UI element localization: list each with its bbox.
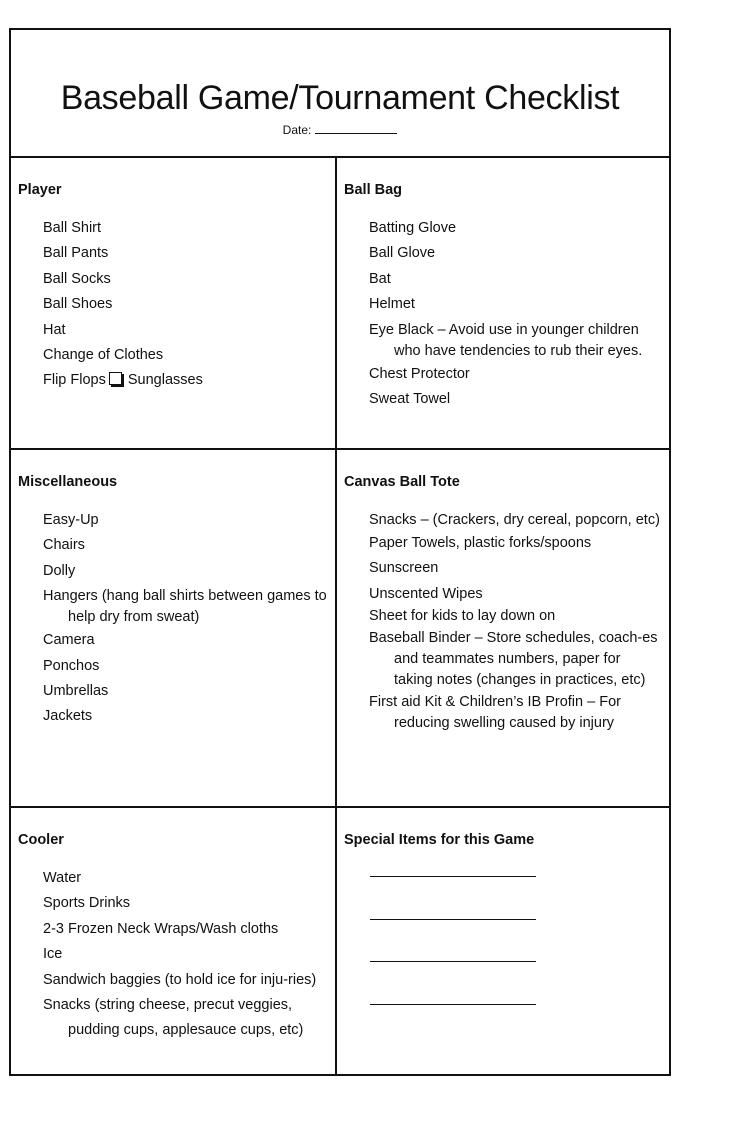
list-item: Easy-Up <box>43 512 99 528</box>
list-item: 2-3 Frozen Neck Wraps/Wash cloths <box>43 920 279 937</box>
section-canvas-ball-tote: Canvas Ball Tote Snacks – (Crackers, dry… <box>337 450 669 808</box>
list-item: Umbrellas <box>43 682 109 699</box>
checklist-header: Baseball Game/Tournament Checklist Date: <box>11 30 669 158</box>
date-field: Date: <box>11 122 669 137</box>
list-item: Sandwich baggies (to hold ice for inju-r… <box>43 971 317 988</box>
checkbox-icon[interactable] <box>108 372 122 386</box>
list-item: Snacks (string cheese, precut veggies, p… <box>43 996 304 1038</box>
section-title-special-items: Special Items for this Game <box>344 832 535 848</box>
date-label: Date: <box>282 123 312 137</box>
section-title-canvas-ball-tote: Canvas Ball Tote <box>344 474 460 490</box>
list-item: Snacks – (Crackers, dry cereal, popcorn,… <box>369 512 660 528</box>
checklist-sheet: Baseball Game/Tournament Checklist Date:… <box>9 28 671 1076</box>
list-item: Chest Protector <box>369 365 470 382</box>
blank-line-field[interactable] <box>370 961 536 962</box>
list-item: Water <box>43 870 82 886</box>
list-item: Chairs <box>43 537 85 554</box>
list-item: Sunscreen <box>369 560 439 577</box>
list-item: Flip Flops Sunglasses <box>43 370 327 391</box>
list-item: Ice <box>43 946 63 963</box>
list-item: Bat <box>369 270 391 287</box>
list-item: Hat <box>43 321 66 338</box>
list-item: Ball Pants <box>43 245 109 262</box>
list-item: Baseball Binder – Store schedules, coach… <box>369 629 658 688</box>
list-item-flip-flops: Flip Flops <box>43 372 106 389</box>
list-item: Ball Shoes <box>43 296 113 313</box>
list-item: Jackets <box>43 708 93 725</box>
list-item: Unscented Wipes <box>369 585 483 602</box>
list-item: Ball Glove <box>369 245 436 262</box>
list-item: Batting Glove <box>369 220 457 236</box>
list-item: Camera <box>43 632 95 649</box>
blank-line-field[interactable] <box>370 918 536 920</box>
cooler-item-list: Water Sports Drinks 2-3 Frozen Neck Wrap… <box>43 868 327 1047</box>
ball-bag-item-list: Batting Glove Ball Glove Bat Helmet Eye … <box>369 218 661 414</box>
section-special-items: Special Items for this Game <box>337 808 669 1074</box>
list-item: Sweat Towel <box>369 390 451 407</box>
section-ball-bag: Ball Bag Batting Glove Ball Glove Bat He… <box>337 158 669 450</box>
section-title-miscellaneous: Miscellaneous <box>18 474 118 490</box>
list-item: Paper Towels, plastic forks/spoons <box>369 535 592 551</box>
list-item: Hangers (hang ball shirts between games … <box>43 588 327 626</box>
list-item: Eye Black – Avoid use in younger childre… <box>369 321 643 359</box>
section-cooler: Cooler Water Sports Drinks 2-3 Frozen Ne… <box>11 808 337 1074</box>
list-item: Sports Drinks <box>43 895 131 912</box>
special-items-blank-lines <box>370 876 536 1046</box>
section-title-cooler: Cooler <box>18 832 64 848</box>
section-title-player: Player <box>18 182 62 198</box>
list-item-sunglasses: Sunglasses <box>127 372 203 389</box>
list-item: Helmet <box>369 296 415 313</box>
section-miscellaneous: Miscellaneous Easy-Up Chairs Dolly Hange… <box>11 450 337 808</box>
section-title-ball-bag: Ball Bag <box>344 182 403 198</box>
player-item-list: Ball Shirt Ball Pants Ball Socks Ball Sh… <box>43 218 327 396</box>
list-item: Ball Shirt <box>43 220 102 236</box>
list-item: Ball Socks <box>43 270 111 287</box>
blank-line-field[interactable] <box>370 876 536 877</box>
list-item: Sheet for kids to lay down on <box>369 607 556 624</box>
blank-line-field[interactable] <box>370 1003 536 1005</box>
page-title: Baseball Game/Tournament Checklist <box>60 79 620 117</box>
section-player: Player Ball Shirt Ball Pants Ball Socks … <box>11 158 337 450</box>
canvas-ball-tote-item-list: Snacks – (Crackers, dry cereal, popcorn,… <box>369 510 661 738</box>
list-item: Change of Clothes <box>43 346 164 363</box>
date-blank-line[interactable] <box>315 122 398 134</box>
list-item: Ponchos <box>43 657 100 674</box>
miscellaneous-item-list: Easy-Up Chairs Dolly Hangers (hang ball … <box>43 510 327 732</box>
list-item: Dolly <box>43 562 76 579</box>
list-item: First aid Kit & Children’s IB Profin – F… <box>369 693 621 731</box>
